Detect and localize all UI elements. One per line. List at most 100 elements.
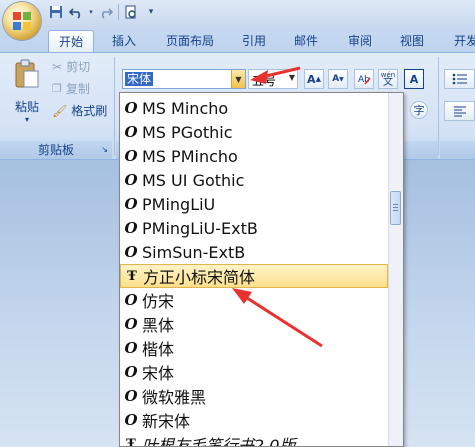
font-size-combo[interactable]: 五号 ▼: [248, 69, 298, 89]
char-border-label: A: [409, 72, 419, 86]
font-list-item-label: 方正小标宋简体: [143, 268, 256, 287]
opentype-font-icon: O: [124, 243, 138, 261]
bullets-icon[interactable]: [444, 69, 475, 89]
group-separator: [114, 57, 115, 155]
opentype-font-icon: O: [124, 171, 138, 189]
tab-developer[interactable]: 开发: [446, 30, 475, 52]
dialog-launcher-icon[interactable]: ↘: [101, 141, 108, 159]
font-list-item-label: 楷体: [142, 340, 175, 359]
opentype-font-icon: O: [124, 195, 138, 213]
font-list-item[interactable]: O 新宋体: [120, 408, 388, 432]
save-icon[interactable]: [48, 4, 64, 20]
tab-view[interactable]: 视图: [392, 30, 432, 52]
font-list-item-label: SimSun-ExtB: [142, 242, 246, 262]
opentype-font-icon: O: [124, 123, 138, 141]
font-list-item[interactable]: O PMingLiU: [120, 192, 388, 216]
shrink-font-button[interactable]: A ▼: [328, 69, 348, 89]
font-list-item[interactable]: O MS Mincho: [120, 96, 388, 120]
office-logo-icon: [13, 12, 31, 30]
font-list-item-label: MS UI Gothic: [142, 170, 245, 190]
clipboard-icon: [15, 59, 39, 88]
font-list-item[interactable]: O 宋体: [120, 360, 388, 384]
paste-dropdown-icon[interactable]: ▾: [10, 115, 44, 124]
font-list-item-label: 微软雅黑: [142, 388, 207, 407]
print-preview-icon[interactable]: [123, 4, 139, 20]
font-list-item-label: MS PGothic: [142, 122, 233, 142]
scrollbar-thumb[interactable]: [390, 191, 401, 225]
grow-font-button[interactable]: A ▲: [304, 69, 324, 89]
font-list-item[interactable]: O MS PGothic: [120, 120, 388, 144]
font-list-item-label: 新宋体: [142, 412, 191, 431]
opentype-font-icon: O: [124, 291, 138, 309]
font-list-item[interactable]: Ŧ 叶根友毛笔行书2.0版: [120, 432, 388, 447]
tab-page-layout[interactable]: 页面布局: [158, 30, 222, 52]
paste-button[interactable]: 粘贴 ▾: [10, 59, 44, 124]
font-list-item[interactable]: Ŧ 方正小标宋简体: [120, 264, 388, 288]
opentype-font-icon: O: [124, 315, 138, 333]
font-list-item-label: MS Mincho: [142, 98, 229, 118]
opentype-font-icon: O: [124, 363, 138, 381]
shrink-font-label: A: [332, 74, 340, 84]
paste-label: 粘贴: [14, 100, 39, 114]
font-list-item-label: 宋体: [142, 364, 175, 383]
undo-dropdown-icon[interactable]: ▾: [88, 4, 94, 20]
format-painter-label: 格式刷: [71, 104, 108, 118]
opentype-font-icon: O: [124, 339, 138, 357]
font-list-item[interactable]: O 楷体: [120, 336, 388, 360]
tab-review[interactable]: 审阅: [340, 30, 380, 52]
font-list-item-label: 仿宋: [142, 292, 175, 311]
paragraph-group-caption: [440, 141, 475, 159]
font-dropdown-arrow-icon[interactable]: ▼: [231, 70, 245, 88]
tab-home[interactable]: 开始: [48, 30, 94, 53]
opentype-font-icon: O: [124, 411, 138, 429]
font-list-item-label: 叶根友毛笔行书2.0版: [142, 436, 296, 447]
grow-font-label: A: [307, 72, 316, 86]
clipboard-caption-text: 剪贴板: [37, 143, 74, 157]
font-dropdown-list[interactable]: O MS Mincho O MS PGothic O MS PMincho O MS UI G…: [119, 92, 404, 447]
format-painter-button[interactable]: 🖌 格式刷: [52, 101, 107, 121]
clear-format-icon[interactable]: Ab: [354, 69, 374, 89]
opentype-font-icon: O: [124, 387, 138, 405]
font-list-item-label: MS PMincho: [142, 146, 238, 166]
font-list-item[interactable]: O 微软雅黑: [120, 384, 388, 408]
tab-references[interactable]: 引用: [234, 30, 274, 52]
scissors-icon: ✂: [52, 60, 63, 74]
font-list-item[interactable]: O MS PMincho: [120, 144, 388, 168]
font-list-item[interactable]: O 仿宋: [120, 288, 388, 312]
office-button[interactable]: [3, 2, 41, 40]
opentype-font-icon: O: [124, 147, 138, 165]
font-list-item[interactable]: O MS UI Gothic: [120, 168, 388, 192]
font-list-item[interactable]: O SimSun-ExtB: [120, 240, 388, 264]
font-name-value[interactable]: 宋体: [125, 72, 154, 86]
copy-button[interactable]: ❐ 复制: [52, 79, 90, 99]
group-separator: [438, 57, 439, 155]
tab-mailings[interactable]: 邮件: [286, 30, 326, 52]
font-list-item[interactable]: O PMingLiU-ExtB: [120, 216, 388, 240]
truetype-font-icon: Ŧ: [127, 268, 137, 284]
customize-icon[interactable]: ▾: [143, 4, 159, 20]
quick-access-toolbar: ▾ ▾: [0, 0, 475, 28]
size-dropdown-icon[interactable]: ▼: [289, 73, 295, 82]
dropdown-scrollbar[interactable]: [388, 93, 403, 446]
font-list-item[interactable]: O 黑体: [120, 312, 388, 336]
font-list-item-label: 黑体: [142, 316, 175, 335]
align-left-icon[interactable]: [444, 101, 475, 121]
font-list-item-label: PMingLiU: [142, 194, 216, 214]
tab-insert[interactable]: 插入: [104, 30, 144, 52]
copy-label: 复制: [65, 82, 90, 96]
phonetic-char: 文: [383, 77, 393, 88]
undo-icon[interactable]: [68, 4, 84, 20]
char-border-button[interactable]: A: [404, 69, 424, 89]
clipboard-group-caption: 剪贴板 ↘: [0, 141, 112, 159]
phonetic-guide-button[interactable]: wén 文: [378, 69, 398, 89]
opentype-font-icon: O: [124, 219, 138, 237]
cut-label: 剪切: [66, 60, 91, 74]
redo-icon[interactable]: [98, 4, 114, 20]
opentype-font-icon: O: [124, 99, 138, 117]
enclose-char-icon[interactable]: 字: [410, 101, 428, 119]
brush-icon: 🖌: [52, 104, 68, 118]
cut-button[interactable]: ✂ 剪切: [52, 57, 90, 77]
font-size-value[interactable]: 五号: [252, 72, 276, 89]
truetype-font-icon: Ŧ: [126, 436, 136, 447]
font-name-combo[interactable]: 宋体 ▼: [122, 69, 246, 89]
